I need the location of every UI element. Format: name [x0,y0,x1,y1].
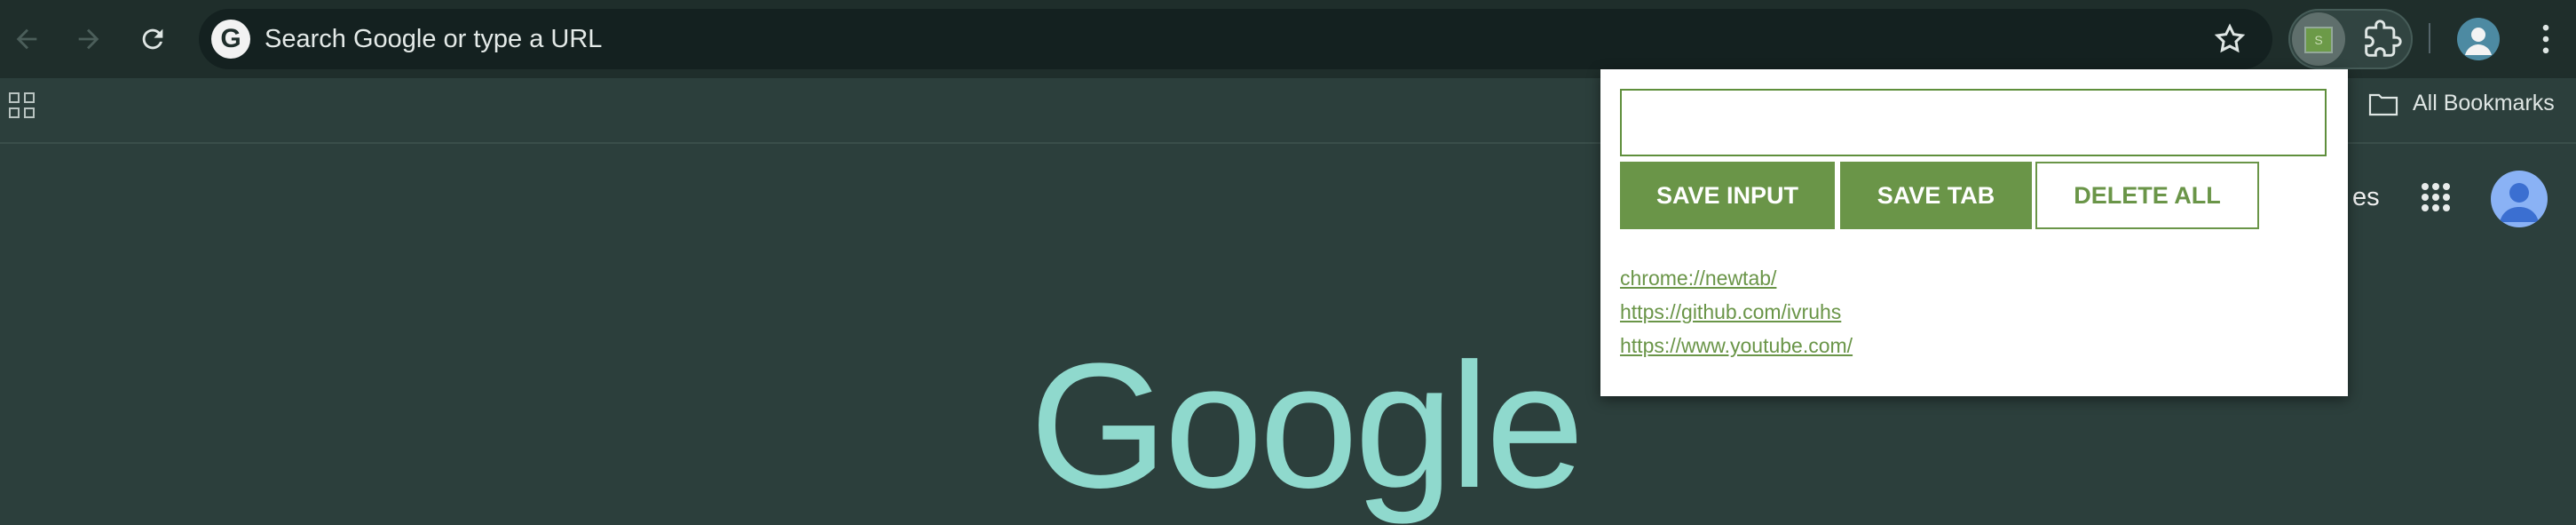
popup-text-input[interactable] [1620,89,2327,156]
all-bookmarks-label: All Bookmarks [2413,91,2555,115]
saved-link[interactable]: https://github.com/ivruhs [1620,295,1853,329]
toolbar-separator [2429,23,2430,53]
google-apps-icon[interactable] [2420,181,2452,213]
profile-avatar-icon[interactable] [2457,18,2500,60]
extension-popup: SAVE INPUT SAVE TAB DELETE ALL chrome://… [1600,69,2348,396]
back-arrow-icon[interactable] [5,18,48,60]
forward-arrow-icon[interactable] [67,18,110,60]
save-input-button[interactable]: SAVE INPUT [1620,162,1835,229]
more-menu-icon[interactable] [2526,20,2565,59]
delete-all-button[interactable]: DELETE ALL [2035,162,2259,229]
extension-icon: S [2304,27,2333,53]
address-bar-placeholder: Search Google or type a URL [265,25,603,53]
google-g-icon: G [211,20,250,59]
saved-link[interactable]: chrome://newtab/ [1620,261,1853,295]
ntp-link-partial[interactable]: es [2352,183,2380,212]
account-avatar-icon[interactable] [2491,171,2548,227]
google-logo: Google [1030,327,1584,525]
folder-icon [2368,93,2398,115]
saved-links-list: chrome://newtab/ https://github.com/ivru… [1620,261,1853,362]
puzzle-piece-icon[interactable] [2363,20,2402,59]
browser-toolbar: G Search Google or type a URL S [0,0,2576,78]
save-tab-button[interactable]: SAVE TAB [1840,162,2032,229]
reload-icon[interactable] [131,18,174,60]
extensions-group: S [2288,9,2413,69]
apps-grid-icon[interactable] [9,92,36,119]
active-extension-button[interactable]: S [2292,12,2345,66]
bookmark-star-icon[interactable] [2212,21,2248,57]
all-bookmarks-button[interactable]: All Bookmarks [2368,91,2555,116]
saved-link[interactable]: https://www.youtube.com/ [1620,329,1853,362]
address-bar[interactable]: G Search Google or type a URL [199,9,2272,69]
